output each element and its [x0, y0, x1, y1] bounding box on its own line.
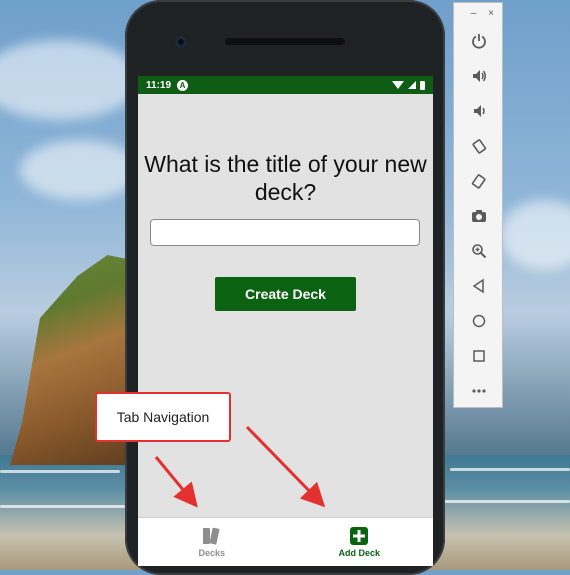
more-icon[interactable] [466, 381, 492, 401]
minimize-icon[interactable]: – [471, 8, 477, 26]
wave [440, 500, 570, 503]
deck-title-question: What is the title of your new deck? [144, 151, 427, 205]
volume-up-icon[interactable] [466, 66, 492, 86]
plus-square-icon [350, 527, 369, 545]
camera-icon[interactable] [466, 206, 492, 226]
wave [0, 505, 125, 508]
cloud [0, 40, 140, 120]
home-icon[interactable] [466, 311, 492, 331]
back-icon[interactable] [466, 276, 492, 296]
cloud [20, 140, 140, 200]
tab-decks[interactable]: Decks [138, 518, 286, 566]
phone-screen: 11:19 A What is the title of your new de… [138, 76, 433, 566]
front-camera [175, 36, 187, 48]
emulator-toolbar: – × [453, 2, 503, 408]
notification-a-icon: A [177, 79, 189, 91]
wave [450, 468, 570, 471]
tab-add-deck[interactable]: Add Deck [286, 518, 434, 566]
deck-title-input[interactable] [150, 219, 420, 246]
tab-navigation-callout: Tab Navigation [95, 392, 231, 442]
cloud [500, 200, 570, 270]
status-time: 11:19 [146, 79, 172, 91]
close-icon[interactable]: × [488, 8, 494, 26]
create-deck-button[interactable]: Create Deck [215, 277, 356, 311]
earpiece [225, 38, 345, 45]
rotate-left-icon[interactable] [466, 136, 492, 156]
deck-cards-icon [202, 527, 220, 545]
signal-icon [408, 81, 416, 89]
add-deck-view: What is the title of your new deck? Crea… [138, 94, 433, 518]
volume-down-icon[interactable] [466, 101, 492, 121]
phone-emulator: 11:19 A What is the title of your new de… [125, 0, 445, 575]
rotate-right-icon[interactable] [466, 171, 492, 191]
wifi-icon [392, 81, 404, 89]
battery-icon [420, 80, 425, 90]
power-icon[interactable] [466, 31, 492, 51]
status-bar: 11:19 A [138, 76, 433, 94]
tab-add-deck-label: Add Deck [338, 548, 380, 558]
tab-bar: Decks Add Deck [138, 517, 433, 566]
overview-icon[interactable] [466, 346, 492, 366]
zoom-icon[interactable] [466, 241, 492, 261]
tab-decks-label: Decks [198, 548, 226, 558]
wave [0, 470, 120, 473]
